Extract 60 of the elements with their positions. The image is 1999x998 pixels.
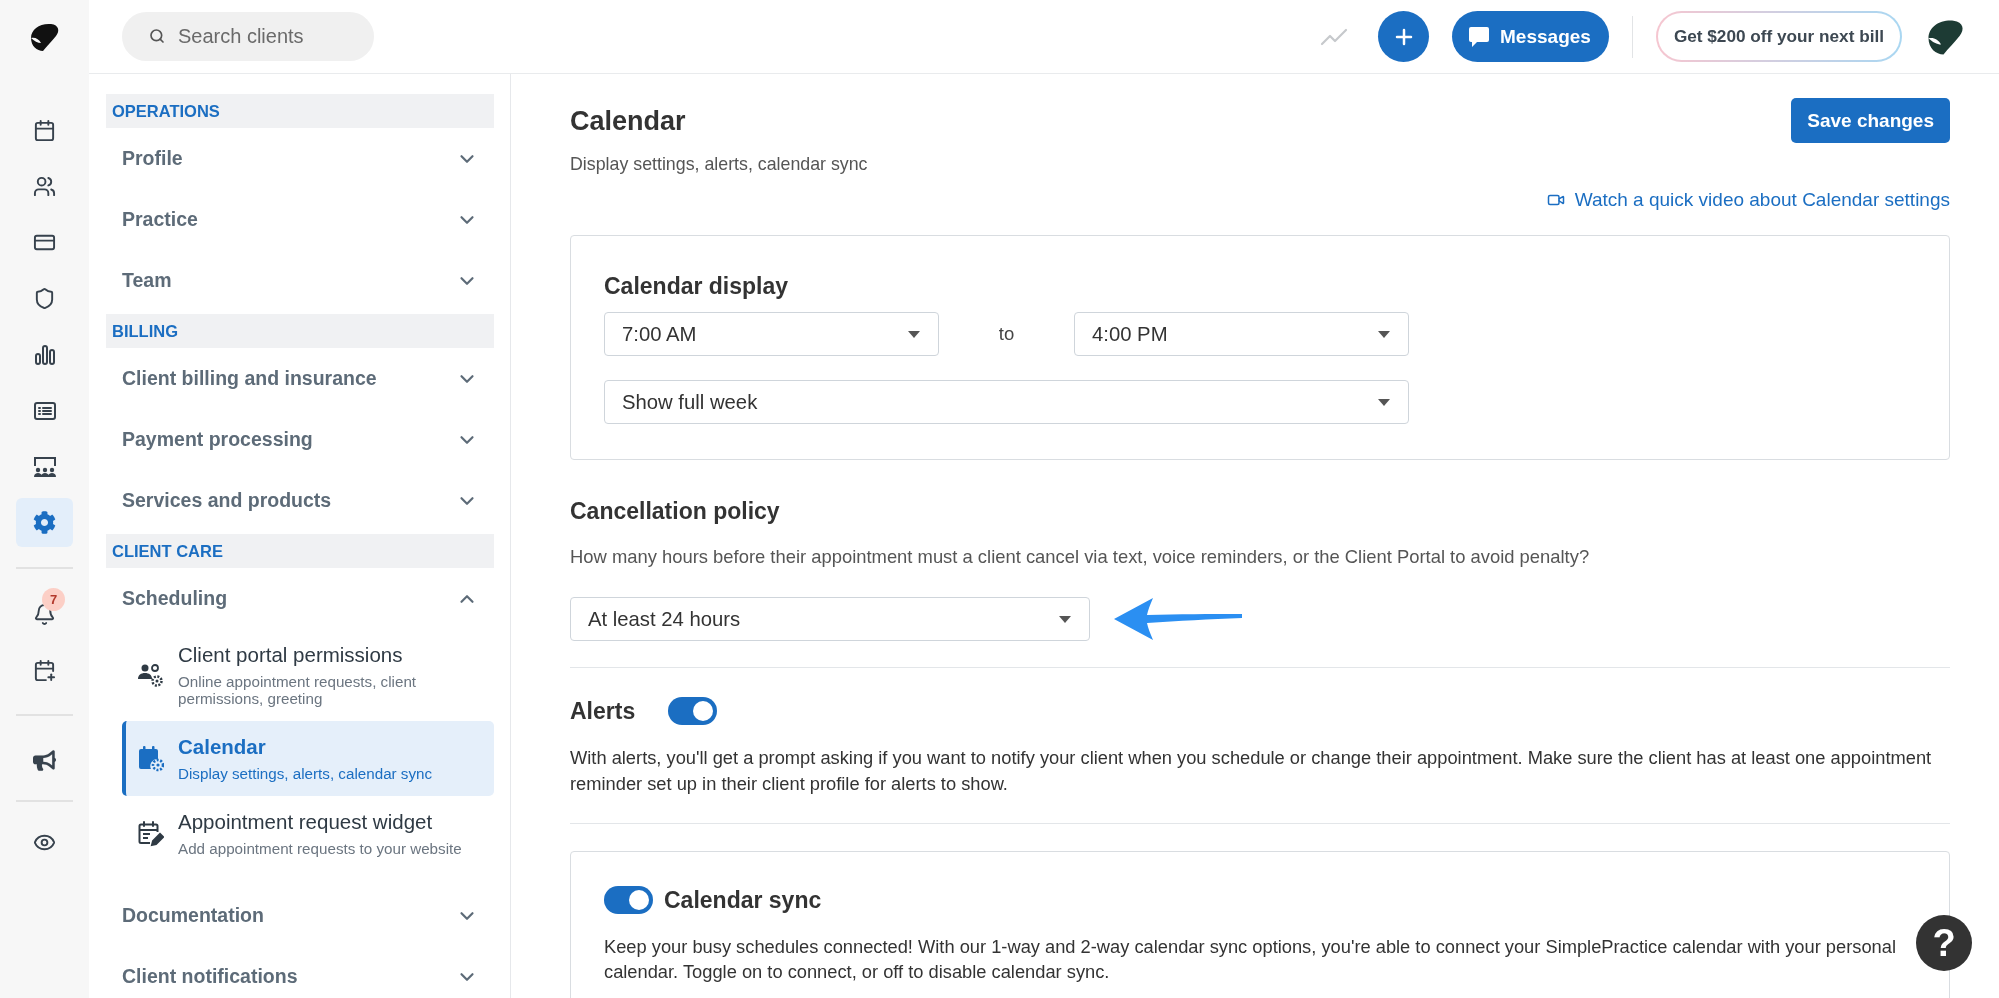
range-separator: to [997,323,1016,345]
section-title: Cancellation policy [570,497,781,526]
sidebar-item[interactable]: Client billing and insurance [106,348,494,409]
logo-icon [28,21,61,53]
sidebar-item[interactable]: Client notifications [106,946,494,998]
search-field[interactable]: Search clients [122,12,374,61]
toggle-switch[interactable] [668,697,718,725]
video-link[interactable]: Watch a quick video about Calendar settings [1546,189,1950,211]
section-heading: OPERATIONS [106,94,494,128]
bar-chart-icon [32,342,57,367]
dropdown-select[interactable]: Show full week [604,380,1409,424]
nav-rail-button[interactable] [16,498,73,547]
caret-down-icon [1059,615,1071,623]
section-title: Calendar sync [664,886,822,915]
bell-icon [33,603,56,626]
caret-down-icon [1378,398,1390,406]
toggle-switch[interactable] [604,886,653,914]
dropdown-select[interactable]: 7:00 AM [604,312,939,356]
page-subtitle: Display settings, alerts, calendar sync [570,153,869,175]
sidebar-item[interactable]: Scheduling [106,568,494,629]
add-button[interactable] [1378,11,1430,62]
sidebar-item[interactable]: Profile [106,128,494,189]
caret-down-icon [908,330,920,338]
calendar-icon [33,119,56,142]
settings-icon [33,511,56,534]
policy-question: How many hours before their appointment must a client cancel via text, voice reminders, or the Client Portal to avoid penalty? [570,546,1591,568]
shield-icon [33,287,56,310]
people-gear-icon [138,663,164,687]
caret-down-icon [1378,330,1390,338]
page-title: Calendar [570,104,686,138]
left-arrow-icon [1113,597,1243,641]
sync-description: Keep your busy schedules connected! With our 1-way and 2-way calendar sync options, you're able to connect your SimplePractice calendar with your personal calendar. Toggle on to connect, or off to disable calendar sync. [604,935,1897,984]
sidebar-subitem[interactable]: Client portal permissions Online appointment requests, client permissions, greeting [122,629,494,721]
card-heading: Calendar display [604,272,790,301]
sidebar-subitem[interactable]: Appointment request widget Add appointment requests to your website [122,796,494,871]
section-heading: CLIENT CARE [106,534,494,568]
people-icon [33,175,56,198]
help-button[interactable]: ? [1916,915,1972,971]
megaphone-icon [33,749,56,772]
dropdown-select[interactable]: 4:00 PM [1074,312,1409,356]
section-heading: BILLING [106,314,494,348]
calendar-gear-icon [138,745,164,772]
alerts-description: With alerts, you'll get a prompt asking if you want to notify your client when you schedule or change their appointment. Make sure the client has at least one appointment reminder set up in their client profile for alerts to show. [570,746,1933,796]
nav-rail-button[interactable]: 7 [16,590,73,639]
chat-bubble-icon [1468,25,1491,48]
sidebar-item[interactable]: Team [106,250,494,311]
sidebar-item[interactable]: Practice [106,189,494,250]
calendar-pen-icon [138,820,164,847]
save-button[interactable]: Save changes [1791,98,1950,143]
dropdown-select[interactable]: At least 24 hours [570,597,1090,641]
sidebar-item[interactable]: Payment processing [106,409,494,470]
search-icon [149,28,165,44]
messages-button[interactable]: Messages [1452,11,1609,62]
section-title: Alerts [570,697,636,726]
sidebar-item[interactable]: Documentation [106,885,494,946]
presentation-icon [31,454,58,479]
sidebar-item[interactable]: Services and products [106,470,494,531]
notification-count-badge: 7 [42,588,65,611]
sidebar-subitem[interactable]: Calendar Display settings, alerts, calendar sync [122,721,494,796]
calendar-plus-icon [33,659,56,682]
